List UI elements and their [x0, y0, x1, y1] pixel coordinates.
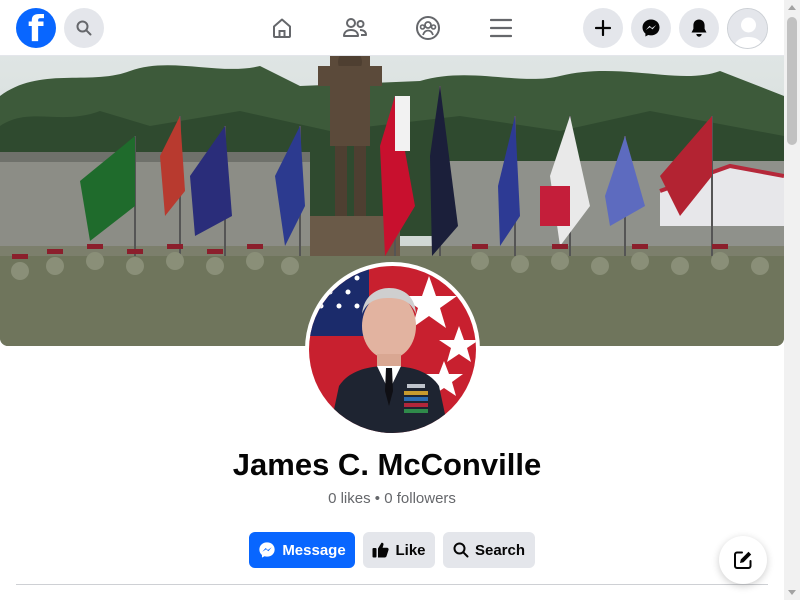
home-icon [273, 18, 291, 38]
section-divider [16, 584, 768, 585]
notifications-button[interactable] [679, 8, 719, 48]
page-scrollbar[interactable] [784, 0, 800, 600]
profile-name: James C. McConville [232, 447, 542, 482]
likes-count[interactable]: 0 likes [328, 490, 371, 507]
stats-separator: • [374, 490, 381, 507]
scroll-down-arrow-icon[interactable] [788, 590, 796, 595]
scrollbar-thumb[interactable] [787, 17, 797, 145]
search-icon [76, 20, 92, 36]
messenger-button[interactable] [631, 8, 671, 48]
home-tab[interactable] [264, 10, 300, 46]
default-avatar-icon [728, 9, 767, 48]
thumbs-up-icon [372, 542, 390, 558]
bell-icon [691, 19, 707, 37]
compose-icon [734, 551, 752, 569]
like-button[interactable]: Like [363, 532, 435, 568]
menu-icon [490, 18, 512, 38]
followers-count[interactable]: 0 followers [384, 490, 456, 507]
message-button[interactable]: Message [249, 532, 355, 568]
top-navigation-bar: f [0, 0, 784, 56]
groups-icon [416, 16, 440, 40]
messenger-icon [259, 542, 275, 558]
message-button-label: Message [282, 541, 346, 559]
plus-icon [595, 20, 611, 36]
like-button-label: Like [395, 541, 426, 559]
search-button[interactable] [64, 8, 104, 48]
create-button[interactable] [583, 8, 623, 48]
new-message-button[interactable] [719, 536, 767, 584]
account-avatar[interactable] [727, 8, 768, 49]
friends-tab[interactable] [337, 10, 373, 46]
friends-icon [343, 18, 367, 37]
groups-tab[interactable] [410, 10, 446, 46]
profile-stats: 0 likes • 0 followers [0, 490, 784, 507]
search-button-label: Search [474, 541, 526, 559]
profile-picture-image [309, 266, 476, 433]
facebook-logo[interactable]: f [16, 8, 56, 50]
profile-picture[interactable] [305, 262, 480, 437]
menu-tab[interactable] [483, 10, 519, 46]
scroll-up-arrow-icon[interactable] [788, 5, 796, 10]
search-profile-button[interactable]: Search [443, 532, 535, 568]
search-icon [453, 542, 469, 558]
messenger-icon [642, 19, 660, 37]
